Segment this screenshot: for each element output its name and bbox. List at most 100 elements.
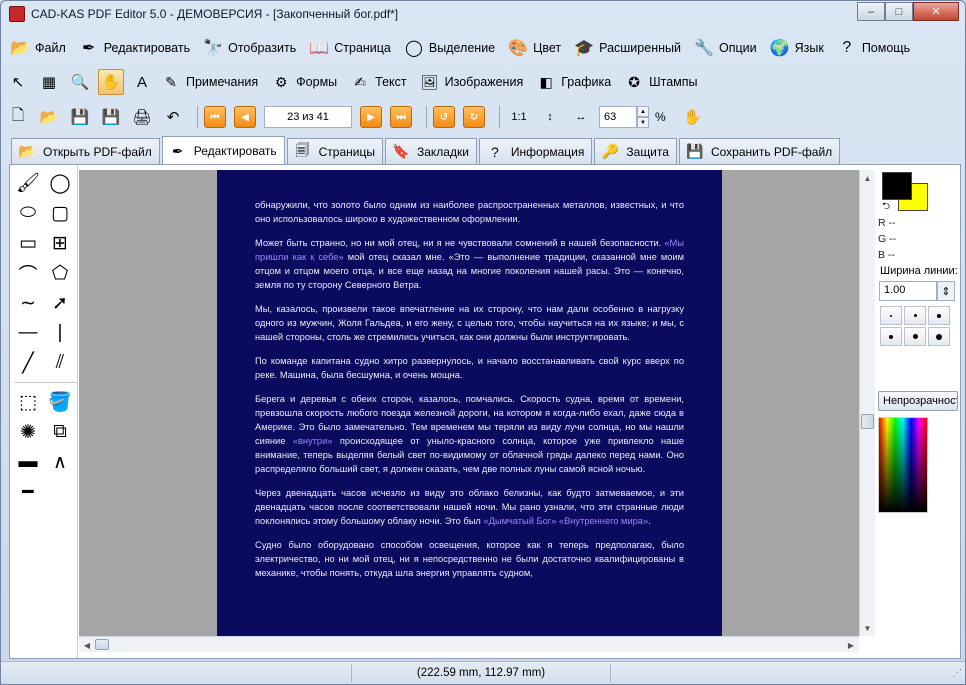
rotate-right-button[interactable]: ↻ — [463, 106, 485, 128]
last-page-button[interactable]: ⏭ — [390, 106, 412, 128]
scroll-down-icon[interactable]: ▼ — [860, 620, 875, 636]
resize-grip-icon[interactable]: ⋰ — [952, 668, 962, 679]
rotate-left-button[interactable]: ↺ — [433, 106, 455, 128]
menu-item-8[interactable]: 🌍 Язык — [765, 33, 830, 63]
undo-icon[interactable]: ↶ — [160, 104, 186, 130]
tab-5[interactable]: 🔑 Защита — [594, 138, 677, 164]
tool-2[interactable]: ✍ Текст — [349, 71, 406, 93]
save-icon[interactable]: 💾 — [67, 104, 93, 130]
effects-icon[interactable]: ✺ — [14, 419, 42, 445]
thick-line-icon[interactable]: ▬ — [14, 449, 42, 475]
ellipse-icon[interactable]: ⬭ — [14, 200, 42, 226]
square-icon[interactable]: ▢ — [46, 200, 74, 226]
tab-0[interactable]: 📂 Открыть PDF-файл — [11, 138, 160, 164]
arrow-icon[interactable]: ➚ — [46, 290, 74, 316]
tool-3[interactable]: 🖼 Изображения — [419, 71, 523, 93]
new-document-icon[interactable]: 🗋 — [5, 104, 31, 130]
save-as-icon[interactable]: 💾 — [98, 104, 124, 130]
zoom-input[interactable]: 63 — [599, 106, 637, 128]
double-line-icon[interactable]: ⫽ — [46, 350, 74, 376]
minimize-button[interactable]: – — [857, 2, 885, 21]
maximize-button[interactable]: □ — [885, 2, 913, 21]
pdf-page[interactable]: обнаружили, что золото было одним из наи… — [217, 170, 722, 636]
line-width-input[interactable]: 1.00 — [879, 281, 937, 301]
menu-item-7[interactable]: 🔧 Опции — [689, 33, 763, 63]
prev-page-button[interactable]: ◀ — [234, 106, 256, 128]
scroll-left-icon[interactable]: ◀ — [79, 637, 95, 653]
tool-4[interactable]: ◧ Графика — [535, 71, 612, 93]
tab-1[interactable]: ✒ Редактировать — [161, 136, 285, 165]
tab-3[interactable]: 🔖 Закладки — [384, 138, 477, 164]
fit-height-icon[interactable]: ↕ — [537, 104, 563, 130]
swap-colors-icon[interactable]: ⮌ — [882, 199, 890, 216]
select-arrow-icon[interactable]: ↖ — [5, 69, 31, 95]
point-size-button[interactable] — [904, 306, 926, 325]
title-bar[interactable]: CAD-KAS PDF Editor 5.0 - ДЕМОВЕРСИЯ - [З… — [1, 1, 965, 29]
freeform-icon[interactable]: ⌒ — [14, 260, 42, 286]
open-folder-icon[interactable]: 📂 — [36, 104, 62, 130]
text-frame-icon[interactable]: A — [129, 69, 155, 95]
tab-6[interactable]: 💾 Сохранить PDF-файл — [678, 138, 841, 164]
tool-0[interactable]: ✎ Примечания — [160, 71, 258, 93]
point-size-button[interactable] — [928, 306, 950, 325]
pan-hand-icon[interactable]: ✋ — [680, 104, 706, 130]
menu-item-4[interactable]: ◯ Выделение — [399, 33, 501, 63]
line-width-stepper-icon[interactable]: ⇕ — [937, 281, 955, 301]
point-size-button[interactable] — [880, 327, 902, 346]
actual-size-icon[interactable]: 1:1 — [506, 104, 532, 130]
fit-width-icon[interactable]: ↔ — [568, 104, 594, 130]
menu-item-9[interactable]: ? Помощь — [832, 33, 916, 63]
tab-2[interactable]: 🗐 Страницы — [286, 138, 383, 164]
point-size-button[interactable] — [904, 327, 926, 346]
polygon-icon[interactable]: ⬠ — [46, 260, 74, 286]
menu-item-1[interactable]: ✒ Редактировать — [74, 33, 196, 63]
color-palette[interactable] — [878, 417, 928, 513]
menu-item-3[interactable]: 📖 Страница — [304, 33, 397, 63]
brush-icon[interactable]: 🖌 — [14, 170, 42, 196]
page-indicator-input[interactable]: 23 из 41 — [264, 106, 352, 128]
grid-icon[interactable]: ⊞ — [46, 230, 74, 256]
line-width-label: Ширина линии: — [880, 265, 958, 277]
menu-item-2[interactable]: 🔭 Отобразить — [198, 33, 302, 63]
transform-icon[interactable]: ⧉ — [46, 419, 74, 445]
zoom-stepper[interactable]: ▲ ▼ — [637, 106, 649, 128]
point-size-button[interactable] — [880, 306, 902, 325]
menu-item-0[interactable]: 📂 Файл — [5, 33, 72, 63]
close-button[interactable]: ✕ — [913, 2, 959, 21]
dot-icon — [912, 334, 918, 339]
tab-4[interactable]: ? Информация — [478, 138, 593, 164]
hand-icon[interactable]: ✋ — [98, 69, 124, 95]
angle-icon[interactable]: ∧ — [46, 449, 74, 475]
tool-5[interactable]: ✪ Штампы — [623, 71, 697, 93]
foreground-color-swatch[interactable] — [882, 172, 912, 200]
vertical-scroll-thumb[interactable] — [861, 414, 874, 429]
print-icon[interactable]: 🖨 — [129, 104, 155, 130]
zoom-icon[interactable]: 🔍 — [67, 69, 93, 95]
horizontal-scrollbar[interactable]: ◀ ▶ — [79, 636, 859, 652]
horizontal-scroll-thumb[interactable] — [95, 639, 109, 650]
menu-item-6[interactable]: 🎓 Расширенный — [569, 33, 687, 63]
rectangle-icon[interactable]: ▭ — [14, 230, 42, 256]
scroll-right-icon[interactable]: ▶ — [843, 637, 859, 653]
dashed-select-icon[interactable]: ⬚ — [14, 389, 42, 415]
horizontal-line-icon[interactable]: — — [14, 320, 42, 346]
zoom-down-icon[interactable]: ▼ — [637, 117, 649, 128]
opacity-button[interactable]: Непрозрачность — [878, 391, 958, 411]
scroll-up-icon[interactable]: ▲ — [860, 170, 875, 186]
line-icon[interactable]: ━ — [14, 479, 42, 505]
first-page-button[interactable]: ⏮ — [204, 106, 226, 128]
menu-item-5[interactable]: 🎨 Цвет — [503, 33, 567, 63]
curve-icon[interactable]: ∼ — [14, 290, 42, 316]
vertical-line-icon[interactable]: | — [46, 320, 74, 346]
tool-1[interactable]: ⚙ Формы — [270, 71, 337, 93]
fill-bucket-icon[interactable]: 🪣 — [46, 389, 74, 415]
next-page-button[interactable]: ▶ — [360, 106, 382, 128]
diagonal-line-icon[interactable]: ╱ — [14, 350, 42, 376]
circle-icon[interactable]: ◯ — [46, 170, 74, 196]
select-rect-icon[interactable]: ▦ — [36, 69, 62, 95]
key-icon: 🔑 — [601, 143, 620, 159]
zoom-up-icon[interactable]: ▲ — [637, 106, 649, 117]
vertical-scrollbar[interactable]: ▲ ▼ — [859, 170, 875, 636]
document-canvas[interactable]: обнаружили, что золото было одним из наи… — [79, 170, 859, 636]
point-size-button[interactable] — [928, 327, 950, 346]
